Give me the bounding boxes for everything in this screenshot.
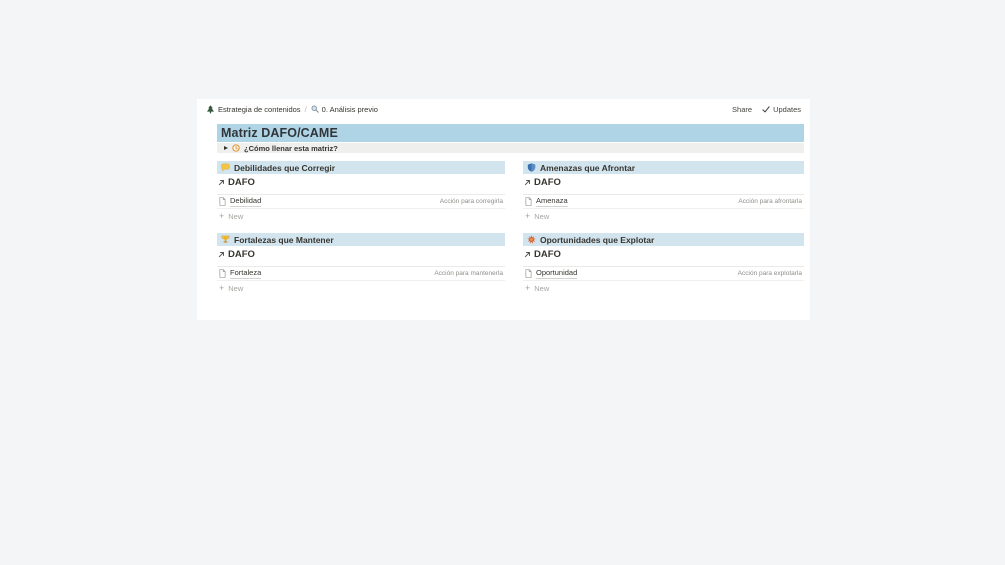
tree-icon [206, 104, 215, 114]
updates-button[interactable]: Updates [762, 105, 801, 114]
clock-icon [232, 144, 240, 152]
new-label: New [228, 212, 244, 221]
quadrant-header: Fortalezas que Mantener [217, 233, 505, 246]
speech-balloon-icon [221, 163, 230, 172]
new-row-button[interactable]: + New [217, 283, 505, 294]
row-title[interactable]: Oportunidad [536, 268, 578, 279]
new-label: New [228, 284, 244, 293]
page-title-block[interactable]: Matriz DAFO/CAME [217, 124, 804, 142]
plus-icon: + [525, 283, 531, 293]
table-row[interactable]: Debilidad Acción para corregirla [217, 194, 505, 209]
topbar: Estrategia de contenidos / 0. Análisis p… [197, 99, 810, 119]
page-icon [525, 269, 532, 278]
topbar-actions: Share Updates [732, 105, 801, 114]
row-property[interactable]: Acción para mantenerla [434, 267, 503, 280]
page-title: Matriz DAFO/CAME [221, 126, 338, 140]
quadrant-title: Debilidades que Corregir [234, 162, 336, 173]
row-property[interactable]: Acción para explotarla [738, 267, 802, 280]
arrow-northeast-icon [524, 251, 531, 258]
plus-icon: + [219, 211, 225, 221]
row-title[interactable]: Amenaza [536, 196, 568, 207]
share-button[interactable]: Share [732, 105, 752, 114]
row-title[interactable]: Debilidad [230, 196, 262, 207]
linked-database-dafo[interactable]: DAFO [523, 248, 561, 261]
linked-database-title: DAFO [534, 177, 561, 188]
new-label: New [534, 212, 550, 221]
plus-icon: + [525, 211, 531, 221]
quadrant-header: Debilidades que Corregir [217, 161, 505, 174]
breadcrumb-item-page[interactable]: 0. Análisis previo [311, 105, 378, 114]
page-icon [219, 269, 226, 278]
magnifier-icon [311, 105, 319, 113]
updates-label: Updates [773, 104, 801, 114]
row-title[interactable]: Fortaleza [230, 268, 262, 279]
table-row[interactable]: Oportunidad Acción para explotarla [523, 266, 804, 281]
notion-page-card: Estrategia de contenidos / 0. Análisis p… [197, 99, 810, 320]
toggle-triangle-icon [224, 146, 228, 150]
breadcrumb-separator: / [304, 104, 307, 114]
quadrant-title: Fortalezas que Mantener [234, 234, 334, 245]
linked-database-title: DAFO [228, 249, 255, 260]
plus-icon: + [219, 283, 225, 293]
breadcrumb-item-workspace[interactable]: Estrategia de contenidos [206, 105, 301, 114]
trophy-icon [221, 235, 230, 244]
linked-database-title: DAFO [534, 249, 561, 260]
quadrant-title: Oportunidades que Explotar [540, 234, 655, 245]
quadrant-header: Amenazas que Afrontar [523, 161, 804, 174]
arrow-northeast-icon [218, 179, 225, 186]
share-label: Share [732, 104, 753, 114]
arrow-northeast-icon [218, 251, 225, 258]
new-row-button[interactable]: + New [523, 211, 804, 222]
row-property[interactable]: Acción para afrontarla [738, 195, 802, 208]
table-row[interactable]: Fortaleza Acción para mantenerla [217, 266, 505, 281]
linked-database-dafo[interactable]: DAFO [217, 176, 255, 189]
linked-database-dafo[interactable]: DAFO [523, 176, 561, 189]
new-row-button[interactable]: + New [523, 283, 804, 294]
new-label: New [534, 284, 550, 293]
shield-icon [527, 163, 536, 172]
breadcrumb: Estrategia de contenidos / 0. Análisis p… [206, 105, 378, 114]
new-row-button[interactable]: + New [217, 211, 505, 222]
arrow-northeast-icon [524, 179, 531, 186]
toggle-label: ¿Cómo llenar esta matriz? [244, 143, 338, 153]
starburst-icon [527, 235, 536, 244]
table-row[interactable]: Amenaza Acción para afrontarla [523, 194, 804, 209]
breadcrumb-label: Estrategia de contenidos [218, 104, 301, 114]
toggle-block[interactable]: ¿Cómo llenar esta matriz? [217, 143, 804, 153]
quadrant-title: Amenazas que Afrontar [540, 162, 636, 173]
check-icon [762, 105, 770, 113]
notion-app: { "colors": { "page_bg": "#f4f5f6", "car… [0, 0, 1005, 565]
breadcrumb-label: 0. Análisis previo [321, 104, 378, 114]
page-icon [525, 197, 532, 206]
page-icon [219, 197, 226, 206]
linked-database-title: DAFO [228, 177, 255, 188]
quadrant-header: Oportunidades que Explotar [523, 233, 804, 246]
linked-database-dafo[interactable]: DAFO [217, 248, 255, 261]
row-property[interactable]: Acción para corregirla [440, 195, 503, 208]
